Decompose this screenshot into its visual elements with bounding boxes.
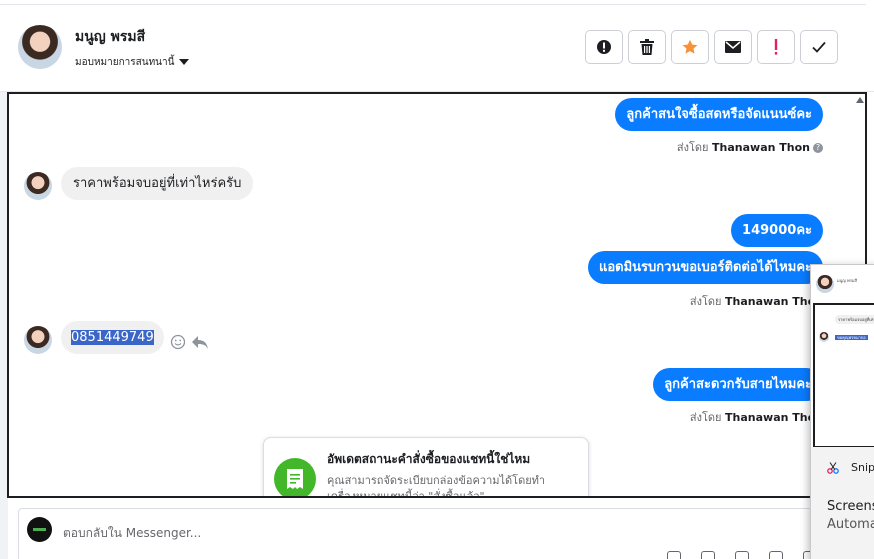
receipt-icon (274, 458, 316, 496)
envelope-icon (725, 41, 741, 53)
reply-composer[interactable]: ตอบกลับใน Messenger... (18, 508, 818, 559)
reply-arrow-icon[interactable] (191, 334, 209, 350)
sent-by-prefix: ส่งโดย (676, 141, 709, 154)
assign-conversation-dropdown[interactable]: มอบหมายการสนทนานี้ (75, 55, 190, 70)
check-icon (812, 41, 826, 53)
sent-by-label: ส่งโดย Thanawan Thon (690, 408, 823, 426)
message-outgoing[interactable]: 149000คะ (731, 214, 823, 247)
conversation-header: มนูญ พรมสี มอบหมายการสนทนานี้ (0, 0, 874, 92)
page-avatar (27, 517, 52, 542)
contact-avatar-small (24, 172, 52, 200)
star-icon (682, 39, 698, 54)
star-button[interactable] (671, 30, 709, 64)
contact-avatar[interactable] (18, 25, 62, 69)
message-outgoing[interactable]: แอดมินรบกวนขอเบอร์ติดต่อได้ไหมคะ (587, 251, 823, 284)
add-person-icon[interactable] (667, 551, 681, 559)
emoji-icon[interactable] (769, 551, 783, 559)
preview-message-2-text: ขอคุณุพรหมากอ (835, 335, 868, 340)
message-incoming[interactable]: 0851449749 (61, 321, 164, 354)
preview-thread: ราคาพร้อมจบอยู่ที่เท่าไหร่ครับ ขอคุณุพรห… (813, 303, 874, 448)
message-thread[interactable]: ลูกค้าสนใจซื้อสดหรือจัดแนนซ์คะ ส่งโดย Th… (7, 92, 867, 498)
delete-button[interactable] (628, 30, 666, 64)
exclamation-icon (774, 39, 778, 55)
conversation-actions (585, 30, 838, 64)
sender-name: Thanawan Thon (712, 141, 810, 154)
snip-panel: Snip Screens Automa (811, 447, 874, 559)
done-button[interactable] (800, 30, 838, 64)
composer-toolbar (667, 551, 817, 559)
image-icon[interactable] (735, 551, 749, 559)
prompt-title: อัพเดตสถานะคำสั่งซื้อของแชทนี้ใช่ไหม (327, 452, 531, 466)
scroll-up-arrow-icon[interactable] (856, 97, 864, 103)
help-icon[interactable]: ? (813, 143, 823, 153)
trash-icon (640, 39, 654, 55)
emoji-reaction-icon[interactable] (170, 334, 186, 350)
snipping-tool-icon (827, 462, 839, 474)
preview-avatar (816, 275, 834, 293)
sender-name: Thanawan Thon (725, 295, 823, 308)
preview-avatar-small (819, 332, 829, 342)
important-button[interactable] (757, 30, 795, 64)
assign-label: มอบหมายการสนทนานี้ (75, 57, 175, 68)
contact-avatar-small (24, 326, 52, 354)
mail-button[interactable] (714, 30, 752, 64)
order-status-prompt[interactable]: อัพเดตสถานะคำสั่งซื้อของแชทนี้ใช่ไหม คุณ… (263, 437, 589, 498)
header-top-divider (0, 4, 866, 5)
selected-phone-number[interactable]: 0851449749 (71, 330, 154, 345)
sent-by-prefix: ส่งโดย (689, 411, 722, 424)
snipping-tool-notification[interactable]: มนูญ พรมสี ราคาพร้อมจบอยู่ที่เท่าไหร่ครั… (810, 264, 874, 559)
prompt-description: คุณสามารถจัดระเบียบกล่องข้อความได้โดยทำเ… (327, 474, 546, 498)
preview-message-2: ขอคุณุพรหมากอ (835, 334, 868, 341)
contact-name[interactable]: มนูญ พรมสี (75, 26, 145, 48)
sent-by-label: ส่งโดย Thanawan Thon (690, 292, 823, 310)
sender-name: Thanawan Thon (725, 411, 823, 424)
attach-icon[interactable] (701, 551, 715, 559)
preview-message: ราคาพร้อมจบอยู่ที่เท่าไหร่ครับ (835, 315, 874, 324)
notification-title: Screens (827, 499, 874, 514)
snip-app-label: Snip (851, 461, 874, 474)
message-outgoing[interactable]: ลูกค้าสนใจซื้อสดหรือจัดแนนซ์คะ (615, 98, 823, 131)
report-button[interactable] (585, 30, 623, 64)
notification-body: Automa (827, 517, 874, 532)
message-incoming[interactable]: ราคาพร้อมจบอยู่ที่เท่าไหร่ครับ (61, 167, 254, 200)
caret-down-icon (179, 59, 190, 65)
message-outgoing[interactable]: ลูกค้าสะดวกรับสายไหมคะ (653, 368, 823, 401)
sent-by-label: ส่งโดย Thanawan Thon? (677, 138, 823, 156)
exclamation-circle-icon (597, 40, 611, 54)
sent-by-prefix: ส่งโดย (689, 295, 722, 308)
preview-contact-name: มนูญ พรมสี (837, 278, 857, 283)
reply-input[interactable]: ตอบกลับใน Messenger... (63, 524, 201, 543)
